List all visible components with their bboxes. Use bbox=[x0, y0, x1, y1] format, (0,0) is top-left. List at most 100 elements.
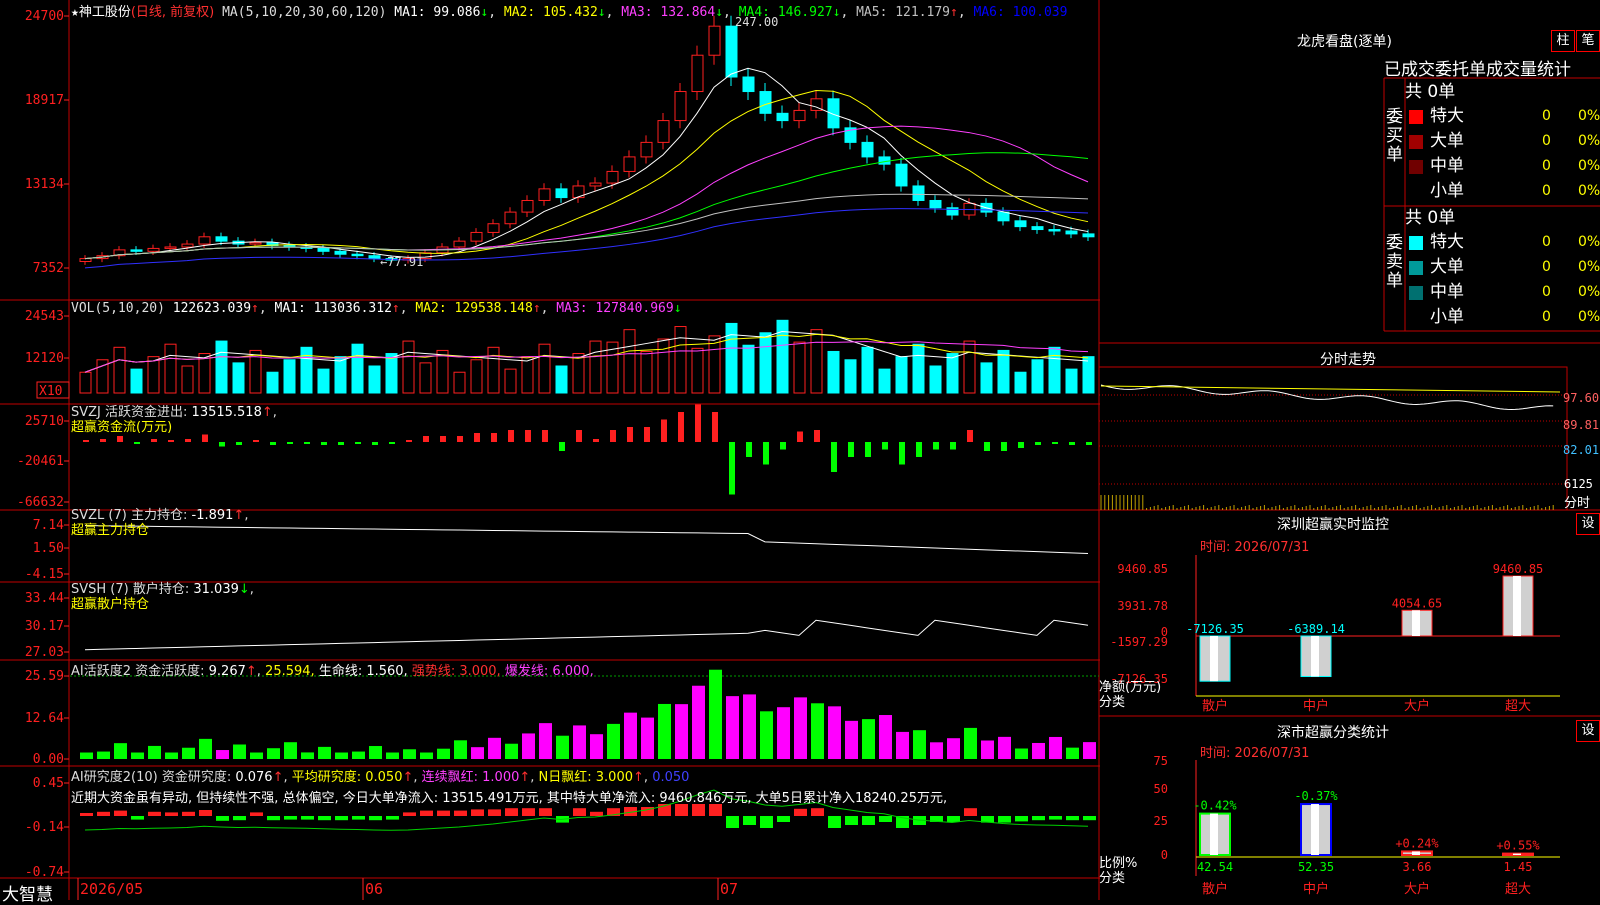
flow-bar bbox=[933, 442, 939, 450]
candle-body bbox=[708, 25, 721, 56]
classify-change-label: +0.55% bbox=[1496, 839, 1540, 853]
classify-value-label: 1.45 bbox=[1504, 860, 1533, 874]
candle-body bbox=[164, 246, 177, 249]
flow-bar bbox=[1001, 442, 1007, 451]
flow-bar bbox=[253, 440, 259, 442]
monitor-bar-highlight bbox=[1412, 610, 1420, 636]
activity-bar bbox=[420, 752, 433, 759]
research-bar bbox=[301, 816, 314, 820]
activity-bar bbox=[1032, 742, 1045, 759]
activity-bar bbox=[624, 712, 637, 759]
activity-bar bbox=[709, 669, 722, 759]
ai1-life: 生命线: 1.560, bbox=[318, 664, 408, 679]
intraday-vol: 6125 bbox=[1564, 477, 1593, 491]
flow-bar bbox=[865, 442, 871, 457]
research-bar bbox=[284, 816, 297, 820]
y-axis-label: 25.59 bbox=[25, 669, 64, 684]
order-pct: 0% bbox=[1578, 133, 1600, 149]
flow-bar bbox=[440, 436, 446, 442]
candle-body bbox=[453, 240, 466, 248]
ai2-value: 0.076 bbox=[235, 770, 273, 785]
ma-arrow: ↓ bbox=[832, 5, 841, 20]
star-icon[interactable]: ★ bbox=[71, 5, 79, 20]
candle-body bbox=[657, 120, 670, 143]
svzl-header: SVZL (7) 主力持仓: -1.891↑, 超赢主力持仓 bbox=[71, 508, 249, 538]
activity-bar bbox=[131, 752, 144, 759]
y-axis-label: 30.17 bbox=[25, 619, 64, 634]
x-axis-label: 07 bbox=[720, 880, 738, 898]
activity-bar bbox=[726, 696, 739, 759]
candle-body bbox=[470, 231, 483, 242]
y-axis-label: -20461 bbox=[17, 454, 64, 469]
volume-bar bbox=[1065, 368, 1078, 394]
y-axis-label: 24543 bbox=[25, 309, 64, 324]
column-mode-button[interactable]: 柱 bbox=[1551, 30, 1575, 52]
activity-bar bbox=[80, 752, 93, 759]
ma-item-4: MA4: 146.927 bbox=[738, 5, 833, 20]
order-pct: 0% bbox=[1578, 284, 1600, 300]
flow-bar bbox=[491, 433, 497, 442]
chart-canvas[interactable]: 24700 18917 13134 7352 24543 12120 25710 -20461… bbox=[0, 0, 1600, 900]
flow-bar bbox=[134, 442, 140, 444]
candle-body bbox=[640, 141, 653, 158]
flow-bar bbox=[678, 412, 684, 442]
activity-bar bbox=[1083, 742, 1096, 759]
buy-orders-table: 共 0单 特大 0 0% 大单 0 0% 中单 0 0% 小单 0 0% bbox=[1405, 80, 1600, 204]
volume-bar bbox=[164, 343, 177, 394]
activity-bar bbox=[947, 738, 960, 759]
ai1-strong: 强势线: 3.000, bbox=[411, 664, 501, 679]
volume-bar bbox=[572, 353, 585, 394]
candle-body bbox=[1065, 230, 1078, 235]
flow-bar bbox=[610, 430, 616, 442]
volume-bar bbox=[997, 349, 1010, 394]
volume-bar bbox=[810, 329, 823, 394]
order-pct: 0% bbox=[1578, 108, 1600, 124]
activity-bar bbox=[216, 750, 229, 759]
vol-value: 122623.039 bbox=[172, 301, 252, 316]
svsh-line bbox=[84, 619, 1089, 651]
flow-bar bbox=[389, 442, 395, 444]
flow-bar bbox=[185, 439, 191, 442]
research-bar bbox=[998, 816, 1011, 823]
svzj-header: SVZJ 活跃资金进出: 13515.518↑, 超赢资金流(万元) bbox=[71, 405, 277, 435]
order-row: 特大 0 0% bbox=[1405, 230, 1600, 255]
order-row: 小单 0 0% bbox=[1405, 305, 1600, 330]
ma-item-3: MA3: 132.864 bbox=[621, 5, 716, 20]
period-label[interactable]: (日线, 前复权) bbox=[131, 5, 214, 20]
flow-bar bbox=[848, 442, 854, 457]
monitor-value-label: 4054.65 bbox=[1392, 596, 1443, 610]
candle-body bbox=[759, 91, 772, 114]
y-axis-label: 18917 bbox=[25, 93, 64, 108]
monitor-category: 中户 bbox=[1303, 698, 1329, 714]
order-row: 小单 0 0% bbox=[1405, 179, 1600, 204]
classify-time: 时间: 2026/07/31 bbox=[1200, 746, 1310, 761]
flow-bar bbox=[508, 430, 514, 442]
activity-bar bbox=[97, 751, 110, 759]
research-bar bbox=[403, 812, 416, 816]
stock-name[interactable]: 神工股份 bbox=[79, 5, 131, 20]
monitor-y-label: -1597.29 bbox=[1110, 635, 1168, 649]
order-count: 0 bbox=[1542, 183, 1551, 199]
classify-settings-button[interactable]: 设 bbox=[1576, 720, 1600, 742]
intraday-frame bbox=[1098, 366, 1568, 511]
volume-bar bbox=[79, 371, 92, 394]
monitor-settings-button[interactable]: 设 bbox=[1576, 513, 1600, 535]
research-bar bbox=[862, 816, 875, 825]
activity-bar bbox=[930, 742, 943, 759]
activity-bar bbox=[165, 752, 178, 759]
activity-bar bbox=[828, 706, 841, 759]
volume-bar bbox=[113, 346, 126, 394]
ma-item-6: MA6: 100.039 bbox=[973, 5, 1068, 20]
volume-bar bbox=[980, 362, 993, 394]
research-bar bbox=[386, 816, 399, 820]
intraday-fen: 分时 bbox=[1564, 496, 1591, 511]
volume-bar bbox=[742, 344, 755, 394]
flow-bar bbox=[236, 442, 242, 445]
candle-body bbox=[555, 188, 568, 199]
volume-bar bbox=[317, 368, 330, 394]
svzl-sub: 超赢主力持仓 bbox=[71, 523, 150, 538]
color-swatch bbox=[1409, 261, 1423, 275]
tick-mode-button[interactable]: 笔 bbox=[1576, 30, 1600, 52]
ma-item-2: MA2: 105.432 bbox=[503, 5, 598, 20]
svsh-sub: 超赢散户持仓 bbox=[71, 597, 150, 612]
